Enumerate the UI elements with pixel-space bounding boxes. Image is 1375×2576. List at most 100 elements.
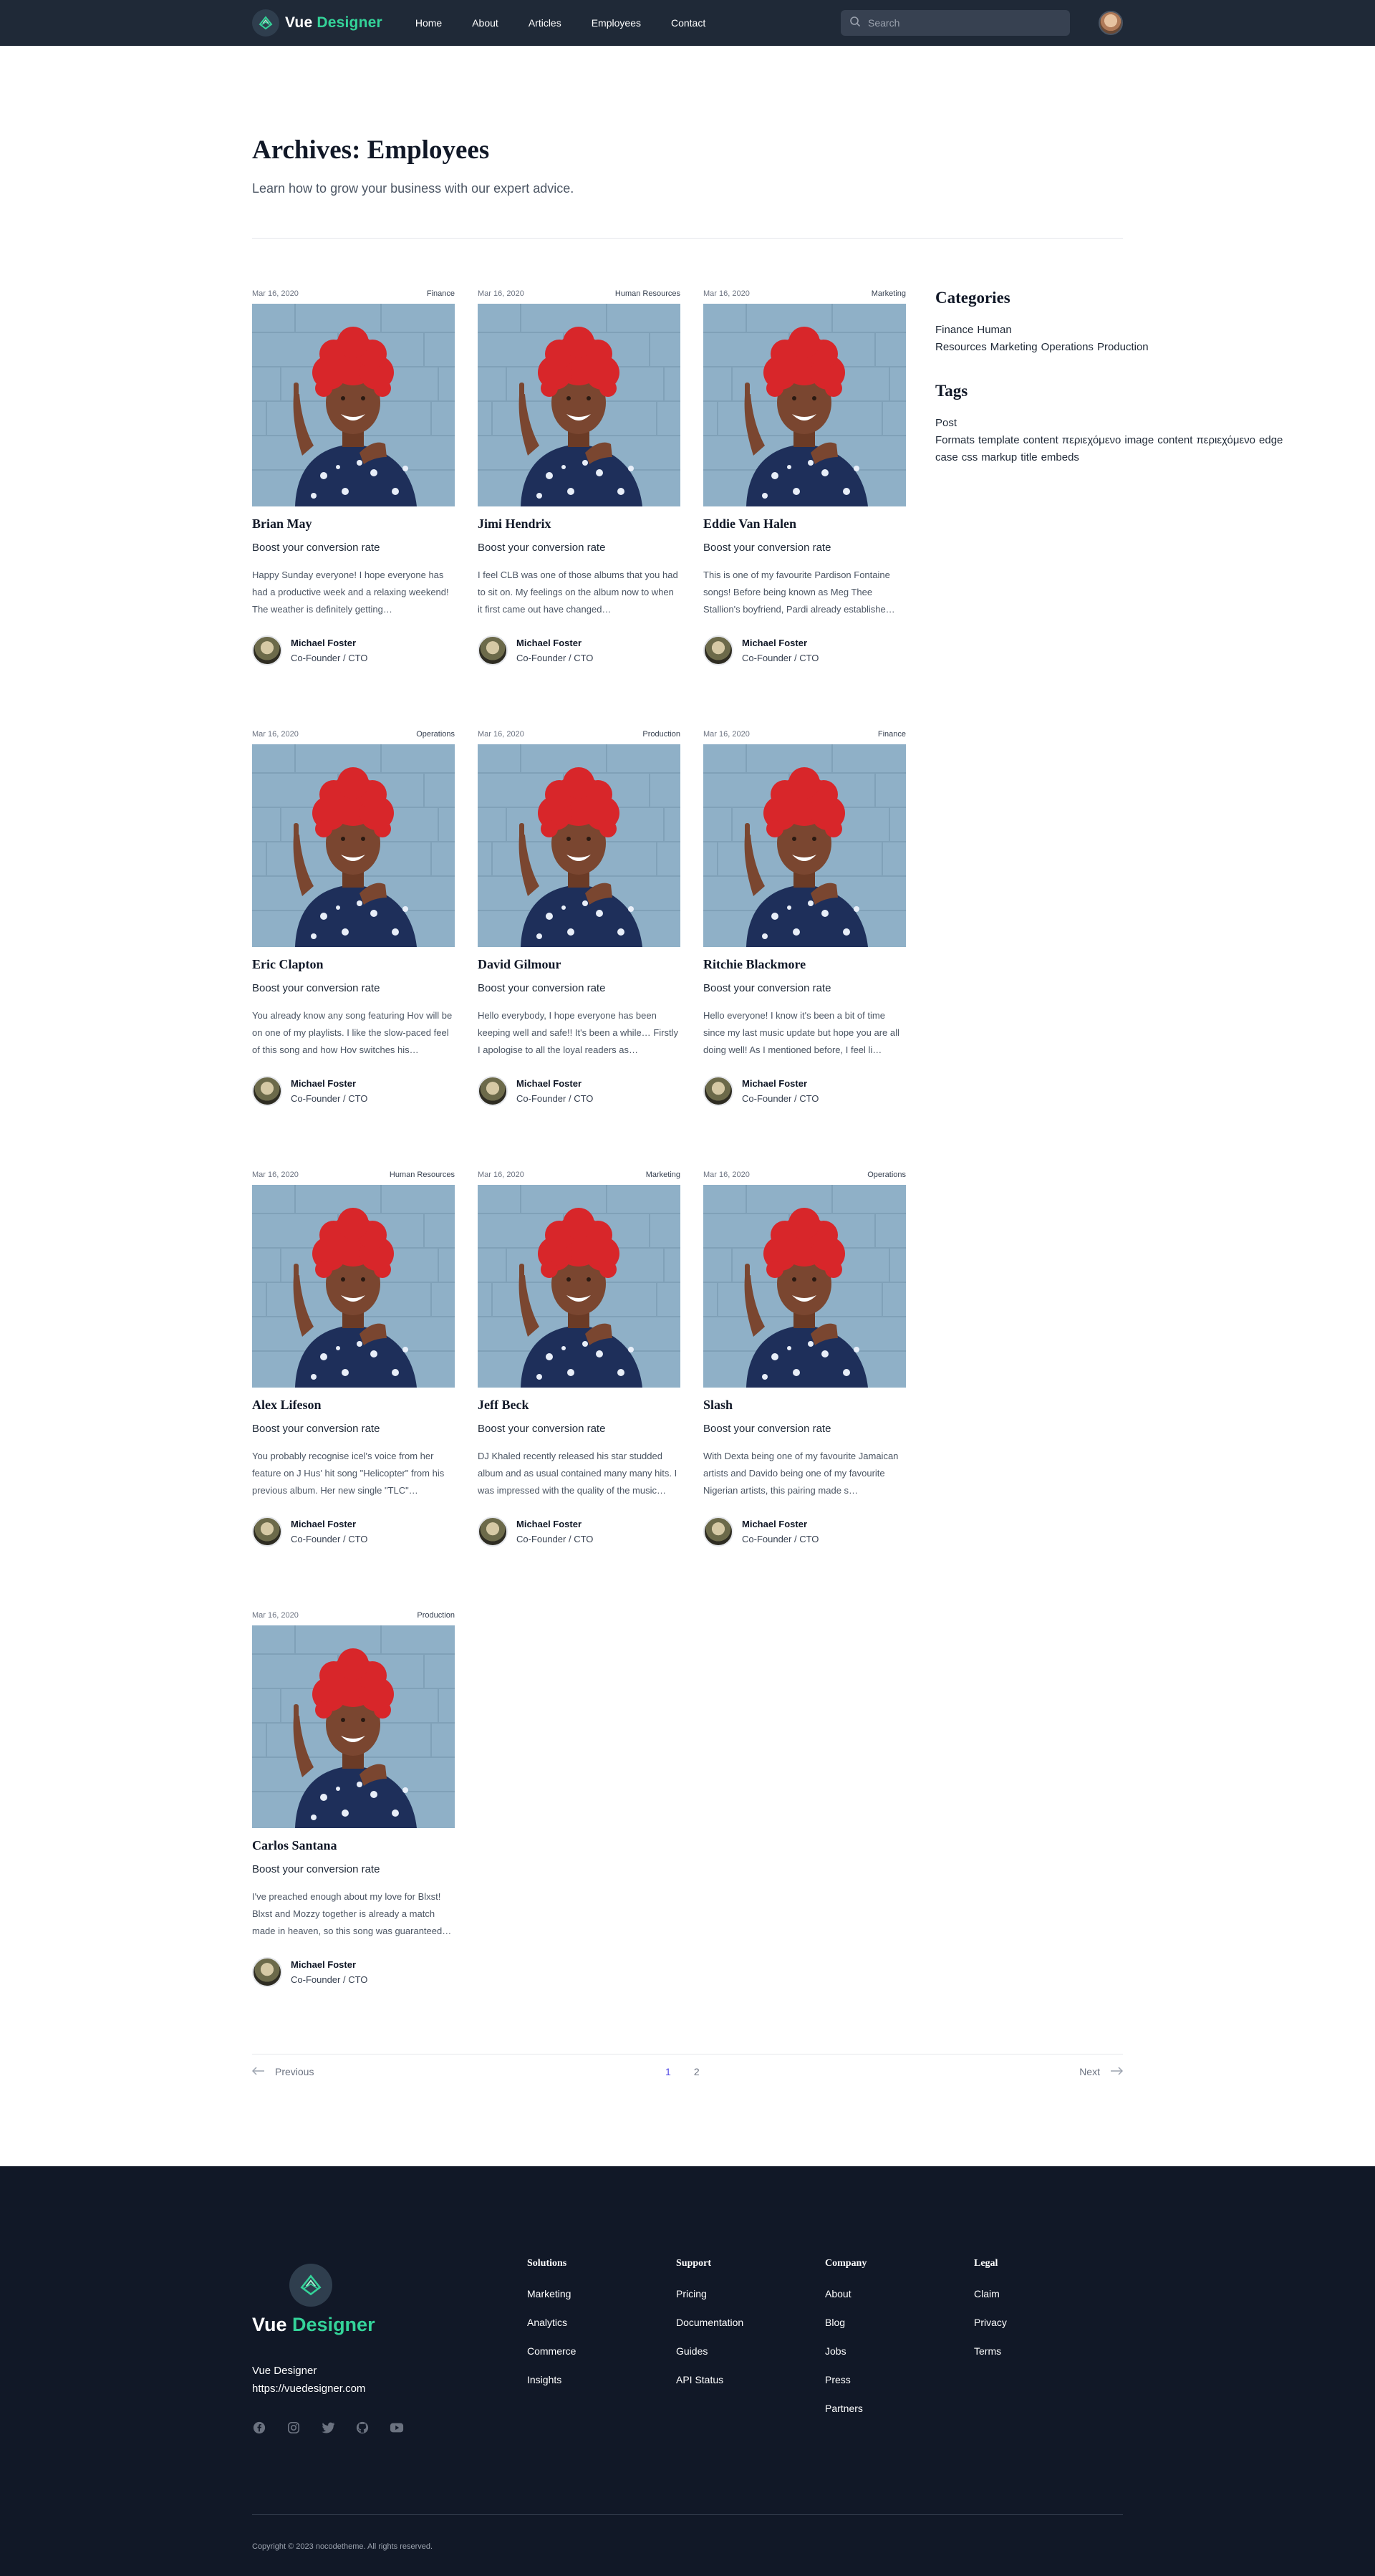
post-title[interactable]: Brian May bbox=[252, 516, 455, 532]
github-icon[interactable] bbox=[355, 2421, 370, 2435]
category-link[interactable]: Production bbox=[1097, 341, 1149, 353]
tag-link[interactable]: embeds bbox=[1041, 451, 1079, 463]
tag-link[interactable]: content bbox=[1023, 434, 1058, 446]
author-name: Michael Foster bbox=[516, 1078, 582, 1089]
instagram-icon[interactable] bbox=[286, 2421, 301, 2435]
post-title[interactable]: Jeff Beck bbox=[478, 1398, 680, 1413]
previous-page-button[interactable]: Previous bbox=[251, 2066, 314, 2077]
brand-name: Vue Designer bbox=[285, 14, 382, 31]
page-link-2[interactable]: 2 bbox=[694, 2066, 700, 2077]
post-title[interactable]: David Gilmour bbox=[478, 957, 680, 972]
tag-link[interactable]: content bbox=[1157, 434, 1192, 446]
category-link[interactable]: Operations bbox=[1041, 341, 1094, 353]
category-link[interactable]: Finance bbox=[935, 324, 973, 336]
post-card[interactable]: Mar 16, 2020 Production Carlos Santana B… bbox=[252, 1610, 455, 2051]
post-meta: Mar 16, 2020 Marketing bbox=[478, 1170, 680, 1181]
woman-portrait-illustration bbox=[478, 1185, 680, 1388]
post-title[interactable]: Carlos Santana bbox=[252, 1838, 455, 1853]
post-card[interactable]: Mar 16, 2020 Production David Gilmour Bo… bbox=[478, 729, 680, 1170]
tag-link[interactable]: template bbox=[978, 434, 1020, 446]
post-category-link[interactable]: Production bbox=[642, 729, 680, 740]
footer-link[interactable]: Commerce bbox=[527, 2345, 676, 2357]
post-title[interactable]: Eric Clapton bbox=[252, 957, 455, 972]
post-title[interactable]: Alex Lifeson bbox=[252, 1398, 455, 1413]
post-category-link[interactable]: Marketing bbox=[646, 1170, 680, 1181]
footer-link[interactable]: Blog bbox=[825, 2317, 974, 2328]
footer-link[interactable]: Guides bbox=[676, 2345, 825, 2357]
post-category-link[interactable]: Operations bbox=[867, 1170, 906, 1181]
user-avatar[interactable] bbox=[1099, 11, 1123, 35]
footer-link[interactable]: Pricing bbox=[676, 2288, 825, 2299]
post-card[interactable]: Mar 16, 2020 Marketing Jeff Beck Boost y… bbox=[478, 1170, 680, 1610]
search-input[interactable] bbox=[868, 17, 1061, 29]
tag-link[interactable]: περιεχόμενο bbox=[1196, 434, 1255, 446]
post-title[interactable]: Ritchie Blackmore bbox=[703, 957, 906, 972]
post-title[interactable]: Slash bbox=[703, 1398, 906, 1413]
post-card[interactable]: Mar 16, 2020 Operations Slash Boost your… bbox=[703, 1170, 906, 1610]
footer-link[interactable]: Terms bbox=[974, 2345, 1123, 2357]
post-title[interactable]: Jimi Hendrix bbox=[478, 516, 680, 532]
post-category-link[interactable]: Production bbox=[417, 1610, 455, 1621]
post-image[interactable] bbox=[703, 304, 906, 506]
post-image[interactable] bbox=[703, 744, 906, 947]
footer-link[interactable]: Documentation bbox=[676, 2317, 825, 2328]
post-grid: Mar 16, 2020 Finance Brian May Boost you… bbox=[252, 289, 907, 2051]
post-card[interactable]: Mar 16, 2020 Marketing Eddie Van Halen B… bbox=[703, 289, 906, 729]
post-image[interactable] bbox=[478, 744, 680, 947]
footer-link[interactable]: Press bbox=[825, 2374, 974, 2385]
woman-portrait-illustration bbox=[703, 304, 906, 506]
post-card[interactable]: Mar 16, 2020 Human Resources Alex Lifeso… bbox=[252, 1170, 455, 1610]
post-image[interactable] bbox=[252, 1625, 455, 1828]
post-image[interactable] bbox=[252, 304, 455, 506]
post-card[interactable]: Mar 16, 2020 Human Resources Jimi Hendri… bbox=[478, 289, 680, 729]
tag-link[interactable]: Post Formats bbox=[935, 417, 975, 446]
nav-link-employees[interactable]: Employees bbox=[592, 17, 641, 29]
post-image[interactable] bbox=[252, 1185, 455, 1388]
tag-link[interactable]: markup bbox=[981, 451, 1017, 463]
post-excerpt: With Dexta being one of my favourite Jam… bbox=[703, 1451, 899, 1496]
post-category-link[interactable]: Human Resources bbox=[615, 289, 680, 299]
post-subtitle: Boost your conversion rate bbox=[252, 1423, 380, 1435]
next-page-button[interactable]: Next bbox=[1079, 2066, 1124, 2077]
post-title[interactable]: Eddie Van Halen bbox=[703, 516, 906, 532]
category-link[interactable]: Marketing bbox=[990, 341, 1038, 353]
youtube-icon[interactable] bbox=[390, 2421, 404, 2435]
post-meta: Mar 16, 2020 Finance bbox=[703, 729, 906, 740]
post-image[interactable] bbox=[252, 744, 455, 947]
nav-link-articles[interactable]: Articles bbox=[529, 17, 561, 29]
brand-logo-link[interactable]: Vue Designer bbox=[252, 9, 382, 37]
post-card[interactable]: Mar 16, 2020 Finance Ritchie Blackmore B… bbox=[703, 729, 906, 1170]
footer-link[interactable]: Privacy bbox=[974, 2317, 1123, 2328]
footer-website-link[interactable]: https://vuedesigner.com bbox=[252, 2383, 527, 2395]
tag-link[interactable]: css bbox=[962, 451, 978, 463]
footer-link[interactable]: Analytics bbox=[527, 2317, 676, 2328]
footer-link[interactable]: Insights bbox=[527, 2374, 676, 2385]
post-card[interactable]: Mar 16, 2020 Finance Brian May Boost you… bbox=[252, 289, 455, 729]
footer-company-name: Vue Designer bbox=[252, 2365, 317, 2377]
tag-link[interactable]: image bbox=[1124, 434, 1154, 446]
tag-link[interactable]: περιεχόμενο bbox=[1062, 434, 1121, 446]
post-image[interactable] bbox=[703, 1185, 906, 1388]
twitter-icon[interactable] bbox=[321, 2421, 335, 2435]
categories-title: Categories bbox=[935, 289, 1010, 307]
footer-link[interactable]: Jobs bbox=[825, 2345, 974, 2357]
tag-link[interactable]: title bbox=[1021, 451, 1037, 463]
nav-link-contact[interactable]: Contact bbox=[671, 17, 705, 29]
facebook-icon[interactable] bbox=[252, 2421, 266, 2435]
post-card[interactable]: Mar 16, 2020 Operations Eric Clapton Boo… bbox=[252, 729, 455, 1170]
post-category-link[interactable]: Operations bbox=[416, 729, 455, 740]
page-link-1[interactable]: 1 bbox=[665, 2066, 671, 2077]
post-image[interactable] bbox=[478, 304, 680, 506]
nav-link-about[interactable]: About bbox=[472, 17, 498, 29]
post-category-link[interactable]: Finance bbox=[427, 289, 455, 299]
post-category-link[interactable]: Finance bbox=[878, 729, 906, 740]
footer-link[interactable]: Partners bbox=[825, 2403, 974, 2414]
footer-link[interactable]: Claim bbox=[974, 2288, 1123, 2299]
footer-link[interactable]: About bbox=[825, 2288, 974, 2299]
footer-link[interactable]: API Status bbox=[676, 2374, 825, 2385]
post-category-link[interactable]: Human Resources bbox=[390, 1170, 455, 1181]
post-category-link[interactable]: Marketing bbox=[872, 289, 906, 299]
nav-link-home[interactable]: Home bbox=[415, 17, 442, 29]
footer-link[interactable]: Marketing bbox=[527, 2288, 676, 2299]
post-image[interactable] bbox=[478, 1185, 680, 1388]
